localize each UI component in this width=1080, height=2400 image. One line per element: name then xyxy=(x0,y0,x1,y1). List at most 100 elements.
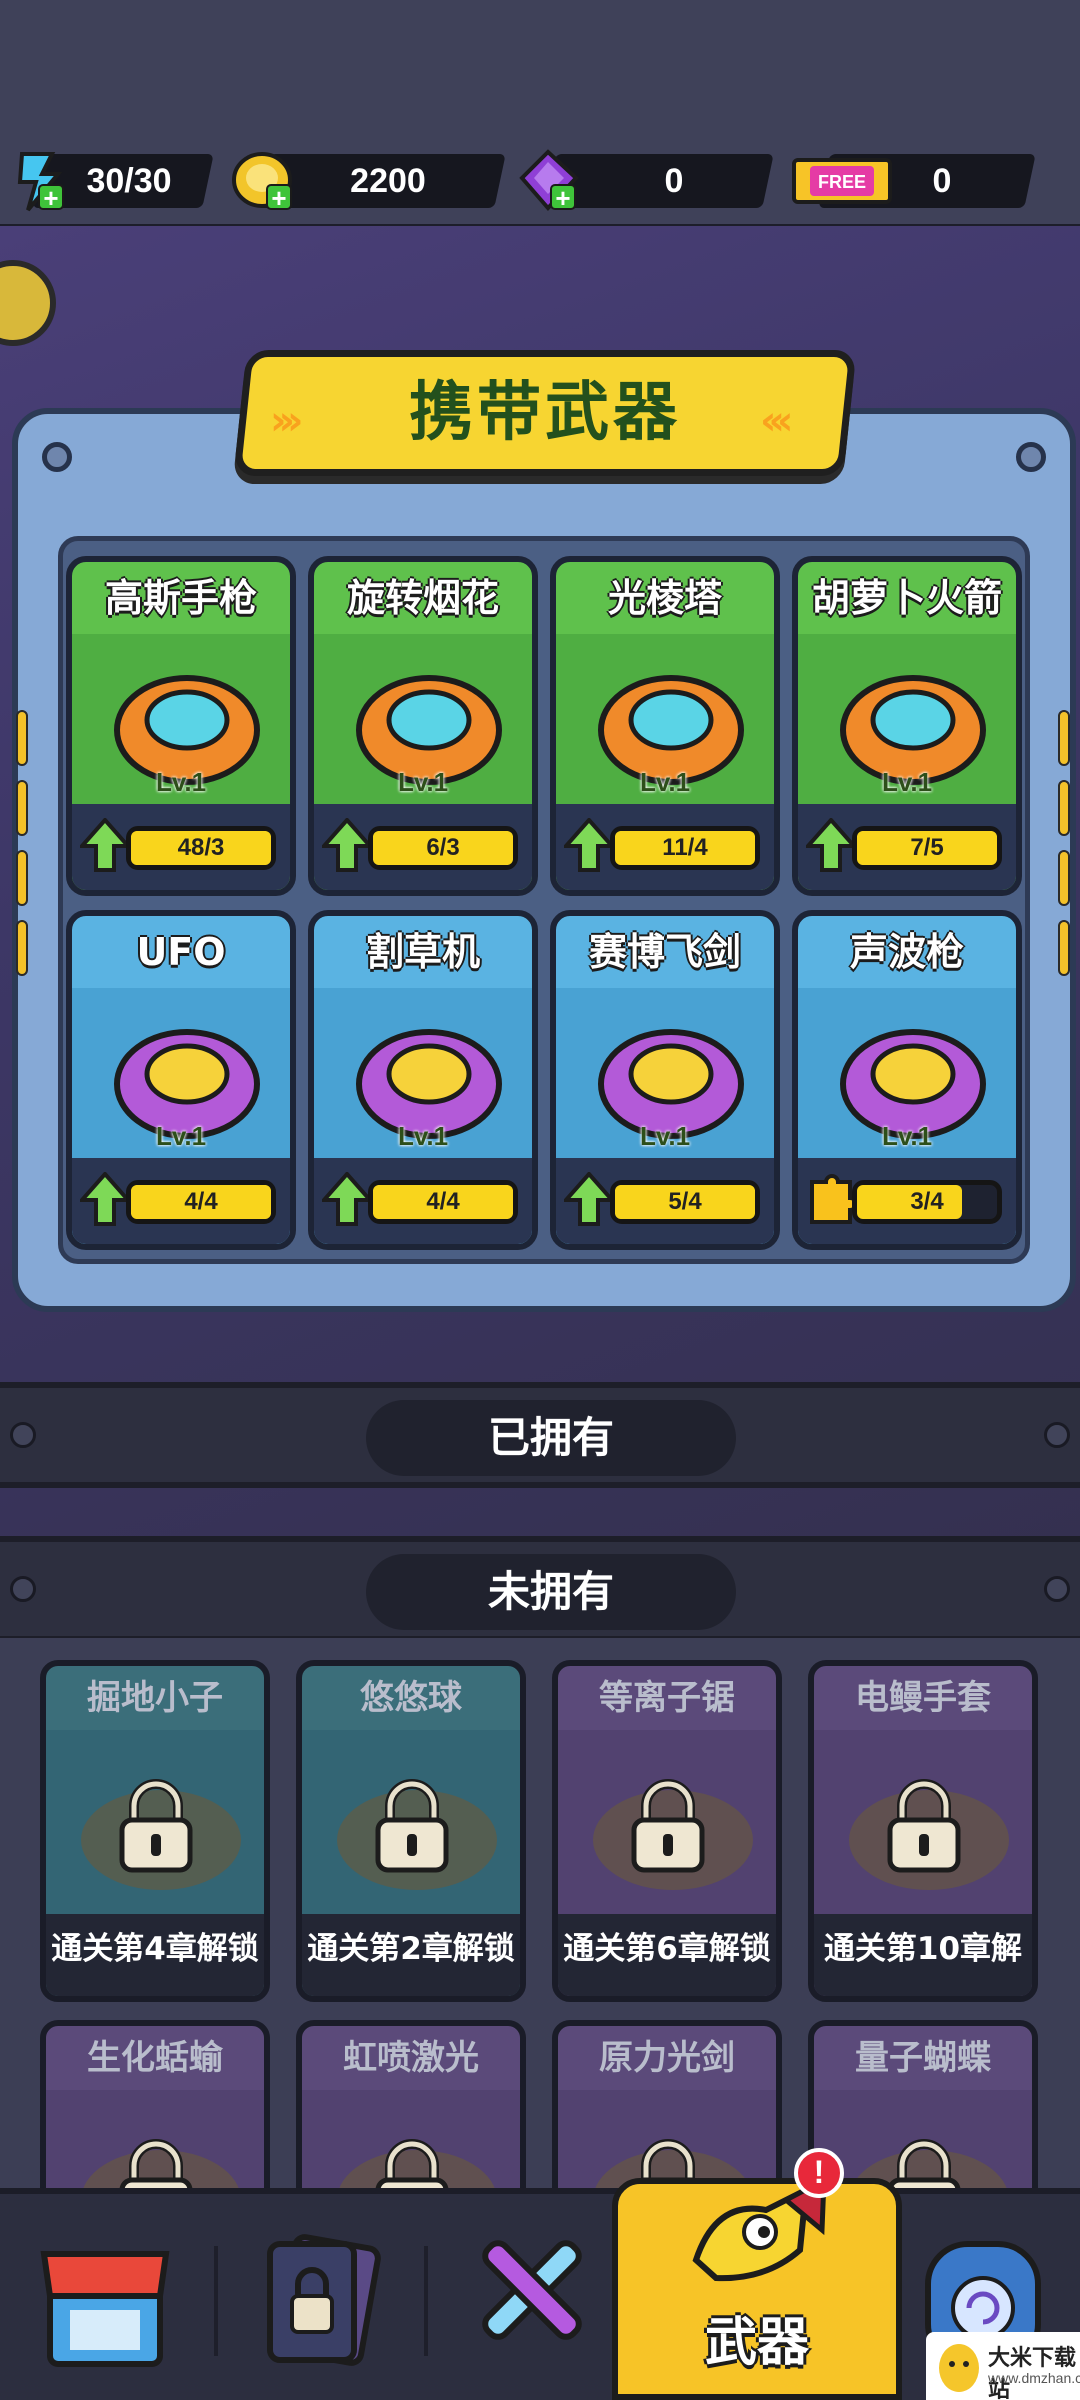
gem-counter[interactable]: 0 + xyxy=(514,148,776,211)
locked-weapon-card[interactable]: 掘地小子通关第4章解锁 xyxy=(40,1660,270,2002)
coin-counter[interactable]: 2200 + xyxy=(228,148,508,211)
weapon-card[interactable]: 高斯手枪 Lv.1 48/3 xyxy=(66,556,296,896)
weapon-level: Lv.1 xyxy=(155,767,207,797)
progress-text: 4/4 xyxy=(184,1188,218,1215)
progress-bar: 7/5 xyxy=(852,826,1002,870)
weapon-name: 光棱塔 xyxy=(607,576,722,620)
bolt-icon xyxy=(10,1422,36,1448)
gem-value: 0 xyxy=(664,162,684,200)
weapon-name: 高斯手枪 xyxy=(104,576,257,620)
weapon-card[interactable]: 光棱塔 Lv.1 11/4 xyxy=(550,556,780,896)
bolt-icon xyxy=(1044,1422,1070,1448)
side-rail xyxy=(16,850,28,906)
lock-icon xyxy=(887,1779,961,1873)
weapon-level: Lv.1 xyxy=(397,1121,449,1151)
side-rail xyxy=(16,780,28,836)
locked-weapon-name: 量子蝴蝶 xyxy=(855,2038,991,2078)
upgrade-arrow-icon xyxy=(80,1172,130,1226)
watermark-logo-icon xyxy=(939,2344,979,2392)
locked-weapon-name: 虹喷激光 xyxy=(343,2038,479,2078)
bottom-nav xyxy=(0,2188,1080,2400)
weapon-footer: 48/3 xyxy=(72,804,290,890)
progress-bar: 4/4 xyxy=(126,1180,276,1224)
add-gems-button[interactable]: + xyxy=(550,184,576,211)
side-rail xyxy=(1058,850,1070,906)
battle-icon[interactable] xyxy=(456,2224,606,2374)
add-energy-button[interactable]: + xyxy=(38,184,64,211)
puzzle-piece-icon xyxy=(810,1174,856,1224)
free-ticket-value: 0 xyxy=(932,162,952,200)
not-owned-header[interactable]: 未拥有 xyxy=(366,1554,736,1630)
progress-bar: 5/4 xyxy=(610,1180,760,1224)
lock-icon xyxy=(119,1779,193,1873)
locked-weapon-name: 生化蛞蝓 xyxy=(87,2038,223,2078)
weapons-tab-label: 武器 xyxy=(704,2313,809,2373)
energy-counter[interactable]: 30/30 + xyxy=(0,148,220,212)
locked-cards-icon[interactable] xyxy=(246,2224,396,2374)
progress-bar: 48/3 xyxy=(126,826,276,870)
progress-bar: 6/3 xyxy=(368,826,518,870)
weapon-card[interactable]: 割草机 Lv.1 4/4 xyxy=(308,910,538,1250)
unlock-requirement: 通关第4章解锁 xyxy=(46,1914,264,1996)
weapon-level: Lv.1 xyxy=(639,767,691,797)
side-rail xyxy=(16,920,28,976)
progress-text: 5/4 xyxy=(668,1188,702,1215)
upgrade-arrow-icon xyxy=(564,1172,614,1226)
shop-icon[interactable] xyxy=(30,2224,180,2374)
upgrade-arrow-icon xyxy=(322,818,372,872)
currency-bar: 30/30 + 2200 + 0 + 0 FREE xyxy=(0,148,1080,212)
energy-value: 30/30 xyxy=(86,162,172,200)
weapon-level: Lv.1 xyxy=(639,1121,691,1151)
upgrade-arrow-icon xyxy=(806,818,856,872)
locked-weapon-name: 电鳗手套 xyxy=(855,1678,991,1718)
weapon-footer: 3/4 xyxy=(798,1158,1016,1244)
locked-weapon-name: 等离子锯 xyxy=(599,1678,735,1718)
weapon-card[interactable]: UFO Lv.1 4/4 xyxy=(66,910,296,1250)
weapon-footer: 5/4 xyxy=(556,1158,774,1244)
lock-icon xyxy=(375,1779,449,1873)
side-rail xyxy=(1058,920,1070,976)
progress-text: 48/3 xyxy=(177,834,225,861)
owned-header[interactable]: 已拥有 xyxy=(366,1400,736,1476)
bolt-icon xyxy=(10,1576,36,1602)
weapon-level: Lv.1 xyxy=(155,1121,207,1151)
screw-icon xyxy=(42,442,72,472)
weapon-footer: 4/4 xyxy=(72,1158,290,1244)
progress-bar: 11/4 xyxy=(610,826,760,870)
screw-icon xyxy=(1016,442,1046,472)
owned-section-bar: 已拥有 xyxy=(0,1382,1080,1488)
not-owned-section-bar: 未拥有 xyxy=(0,1536,1080,1642)
locked-weapon-card[interactable]: 悠悠球 通关第2章解锁 xyxy=(296,1660,526,2002)
weapon-level: Lv.1 xyxy=(881,1121,933,1151)
weapon-card[interactable]: 旋转烟花 Lv.1 6/3 xyxy=(308,556,538,896)
nav-separator xyxy=(424,2246,428,2356)
free-ticket-icon: FREE xyxy=(792,158,892,204)
locked-weapon-name: 掘地小子 xyxy=(87,1678,223,1718)
weapon-card[interactable]: 声波枪 Lv.1 3/4 xyxy=(792,910,1022,1250)
weapon-footer: 11/4 xyxy=(556,804,774,890)
weapon-level: Lv.1 xyxy=(397,767,449,797)
side-rail xyxy=(16,710,28,766)
add-coins-button[interactable]: + xyxy=(266,184,292,211)
progress-text: 3/4 xyxy=(910,1188,944,1215)
progress-text: 11/4 xyxy=(662,834,708,861)
weapon-card[interactable]: 胡萝卜火箭 Lv.1 7/5 xyxy=(792,556,1022,896)
lock-icon xyxy=(631,1779,705,1873)
upgrade-arrow-icon xyxy=(322,1172,372,1226)
weapon-name: 声波枪 xyxy=(849,930,964,974)
side-rail xyxy=(1058,780,1070,836)
locked-weapon-name: 原力光剑 xyxy=(599,2038,735,2078)
weapon-footer: 4/4 xyxy=(314,1158,532,1244)
free-ticket-counter[interactable]: 0 FREE xyxy=(784,148,1040,210)
upgrade-arrow-icon xyxy=(564,818,614,872)
locked-weapon-card[interactable]: 等离子锯 通关第6章解锁 xyxy=(552,1660,782,2002)
coin-value: 2200 xyxy=(350,162,426,200)
weapon-card[interactable]: 赛博飞剑 Lv.1 5/4 xyxy=(550,910,780,1250)
locked-weapon-card[interactable]: 电鳗手套通关第10章解锁 xyxy=(808,1660,1038,2002)
progress-text: 6/3 xyxy=(426,834,460,861)
weapon-footer: 6/3 xyxy=(314,804,532,890)
notification-badge: ! xyxy=(794,2148,844,2198)
progress-bar: 4/4 xyxy=(368,1180,518,1224)
unlock-requirement: 通关第2章解锁 xyxy=(302,1914,520,1996)
bolt-icon xyxy=(1044,1576,1070,1602)
